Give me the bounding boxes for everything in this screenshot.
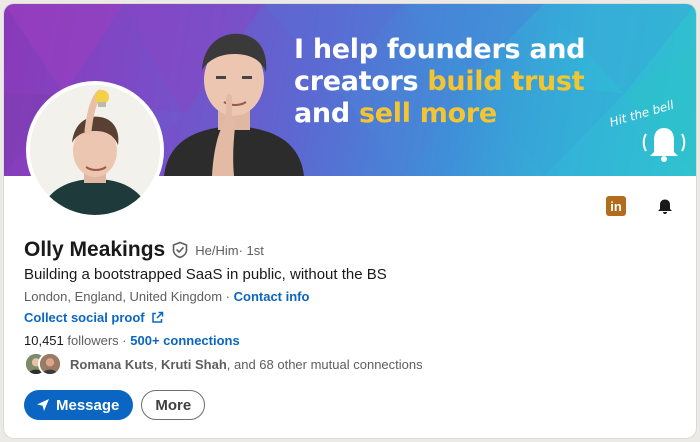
mutual-avatar (38, 352, 62, 376)
stats-separator: · (118, 333, 131, 348)
external-link-icon[interactable] (151, 311, 164, 324)
profile-headline: Building a bootstrapped SaaS in public, … (24, 266, 387, 283)
followers-count: 10,451 (24, 333, 64, 348)
headline-line-2: creators build trust (294, 66, 624, 98)
followers-label: followers (63, 333, 119, 348)
location-separator: · (222, 289, 234, 304)
headline-line-2-text: creators (294, 66, 428, 97)
profile-actions: Message More (24, 390, 206, 420)
website-link[interactable]: Collect social proof (24, 310, 145, 325)
mutual-connections-row[interactable]: Romana Kuts, Kruti Shah, and 68 other mu… (24, 352, 423, 376)
linkedin-icon[interactable]: in (606, 196, 626, 216)
headline-line-3: and sell more (294, 98, 624, 130)
website-row: Collect social proof (24, 310, 164, 325)
location-row: London, England, United Kingdom · Contac… (24, 289, 309, 304)
connection-degree: · 1st (238, 242, 264, 258)
headline-highlight-sell-more: sell more (358, 98, 497, 129)
name-row: Olly Meakings He/Him · 1st (24, 238, 264, 262)
mutual-connections-text: Romana Kuts, Kruti Shah, and 68 other mu… (70, 357, 423, 372)
verified-shield-icon[interactable] (171, 241, 189, 259)
profile-avatar[interactable] (26, 81, 164, 219)
mutual-separator: , (153, 356, 162, 372)
send-icon (37, 399, 49, 411)
headline-line-1: I help founders and (294, 34, 586, 65)
banner-person-illustration (164, 33, 304, 176)
banner-bell-icon (642, 128, 686, 162)
profile-location: London, England, United Kingdom (24, 289, 223, 304)
connections-link[interactable]: 500+ connections (130, 333, 239, 348)
message-button[interactable]: Message (24, 390, 134, 420)
message-button-label: Message (56, 396, 120, 414)
profile-pronouns: He/Him (195, 242, 239, 258)
headline-line-3-text: and (294, 98, 359, 129)
banner-headline: I help founders and creators build trust… (294, 34, 624, 130)
avatar-person-illustration (30, 85, 160, 215)
mutual-name-1: Romana Kuts (70, 356, 154, 372)
headline-highlight-build-trust: build trust (427, 66, 585, 97)
profile-name: Olly Meakings (24, 238, 166, 261)
avatar-photo (30, 85, 160, 215)
mutual-avatars (24, 352, 64, 376)
mutual-rest-text: , and 68 other mutual connections (226, 356, 423, 372)
stats-row: 10,451 followers · 500+ connections (24, 333, 240, 348)
contact-info-link[interactable]: Contact info (234, 289, 310, 304)
profile-card: I help founders and creators build trust… (4, 4, 696, 438)
more-button[interactable]: More (141, 390, 206, 420)
mutual-name-2: Kruti Shah (161, 356, 227, 372)
notification-bell-icon[interactable] (655, 196, 675, 216)
